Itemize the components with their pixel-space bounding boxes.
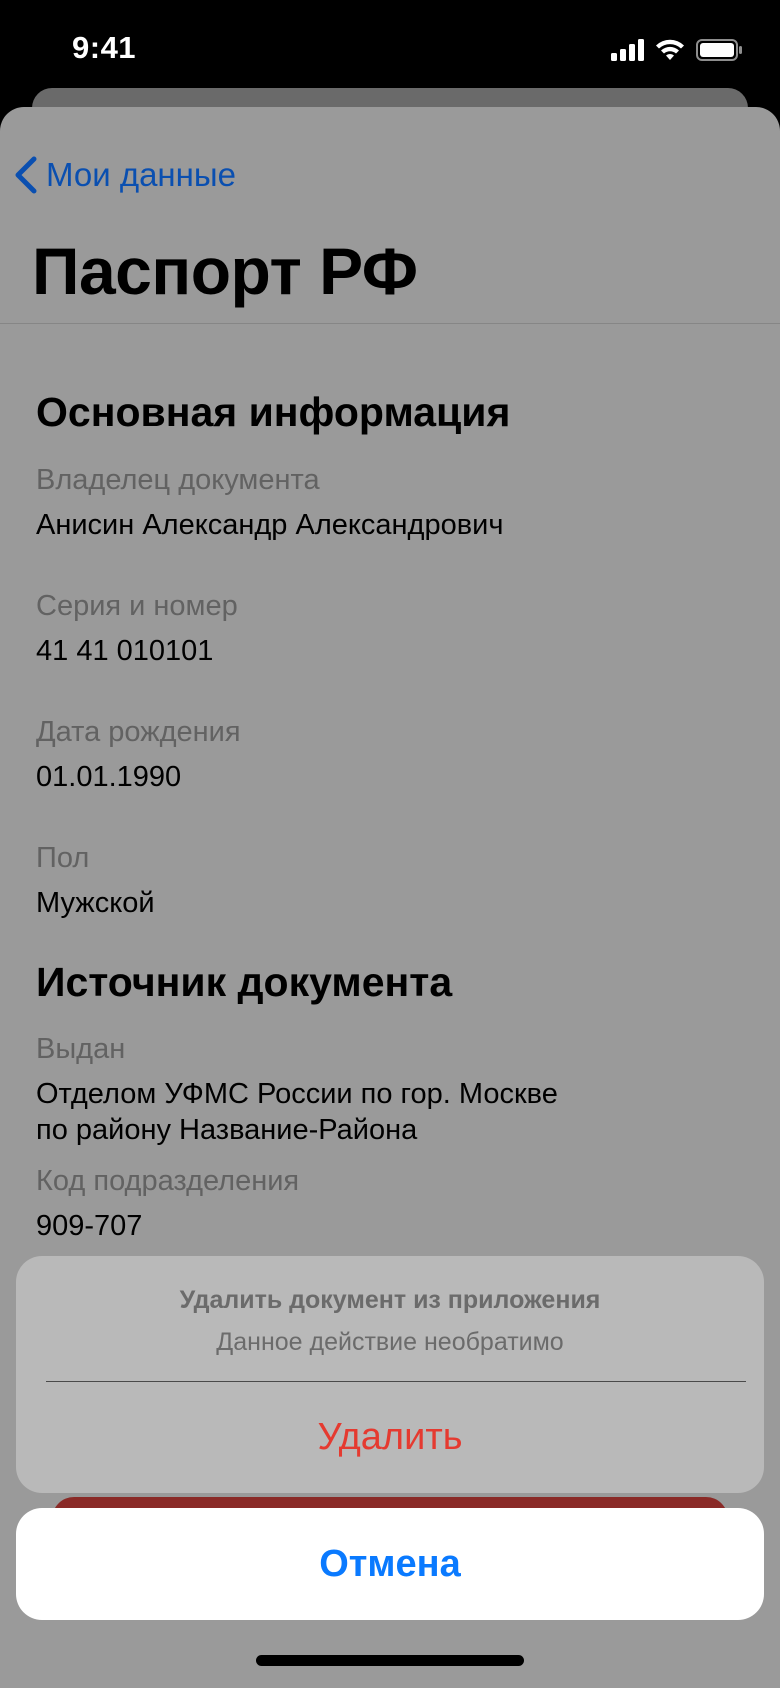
cancel-button[interactable]: Отмена <box>16 1508 764 1620</box>
home-indicator[interactable] <box>256 1655 524 1666</box>
battery-icon <box>696 39 742 61</box>
wifi-icon <box>656 39 684 60</box>
back-button[interactable]: Мои данные <box>12 155 236 195</box>
status-icons <box>611 36 744 64</box>
field-label-issued: Выдан <box>36 1033 126 1065</box>
field-label-gender: Пол <box>36 842 90 874</box>
field-value-series-number: 41 41 010101 <box>36 635 214 667</box>
field-label-division-code: Код подразделения <box>36 1165 300 1197</box>
field-value-issued-line-1: Отделом УФМС России по гор. Москве <box>36 1078 558 1110</box>
header-divider <box>0 323 780 324</box>
field-label-series-number: Серия и номер <box>36 590 238 622</box>
field-value-division-code: 909-707 <box>36 1210 143 1242</box>
section-title-source: Источник документа <box>36 959 453 1005</box>
page-title: Паспорт РФ <box>32 234 418 308</box>
delete-button[interactable]: Удалить <box>16 1382 764 1493</box>
chevron-left-icon <box>15 156 37 194</box>
action-sheet-title: Удалить документ из приложения <box>179 1286 601 1314</box>
status-time: 9:41 <box>72 30 137 65</box>
status-bar: 9:41 <box>0 0 780 100</box>
field-label-birth-date: Дата рождения <box>36 716 241 748</box>
field-label-owner: Владелец документа <box>36 464 320 496</box>
field-value-owner: Анисин Александр Александрович <box>36 509 504 541</box>
field-value-birth-date: 01.01.1990 <box>36 761 182 793</box>
field-value-gender: Мужской <box>36 887 155 919</box>
action-sheet: Удалить документ из приложения Данное де… <box>16 1256 764 1493</box>
cellular-signal-icon <box>611 39 644 61</box>
field-value-issued-line-2: по району Название-Района <box>36 1114 418 1146</box>
action-sheet-message: Данное действие необратимо <box>216 1328 564 1356</box>
section-title-basic-info: Основная информация <box>36 389 511 435</box>
back-button-label: Мои данные <box>46 156 236 193</box>
